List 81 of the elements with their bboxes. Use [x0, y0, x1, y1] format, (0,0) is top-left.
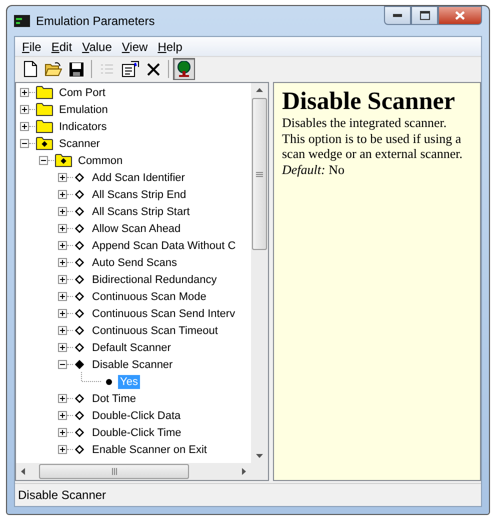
- expander-icon[interactable]: [58, 241, 67, 250]
- scroll-left-arrow-icon[interactable]: [21, 468, 25, 475]
- close-button[interactable]: [438, 6, 482, 25]
- tree-item[interactable]: Continuous Scan Mode: [90, 290, 208, 304]
- list-icon: [100, 62, 114, 76]
- expander-icon[interactable]: [20, 139, 29, 148]
- tree-item[interactable]: Disable Scanner: [90, 358, 175, 372]
- menu-item[interactable]: Help: [152, 40, 188, 54]
- expander-icon[interactable]: [58, 224, 67, 233]
- expander-icon[interactable]: [20, 105, 29, 114]
- folder-icon: [36, 86, 53, 99]
- scroll-down-arrow-icon[interactable]: [256, 454, 263, 458]
- maximize-button[interactable]: [411, 6, 438, 25]
- tree-item[interactable]: Scanner: [57, 136, 102, 150]
- expander-icon[interactable]: [58, 445, 67, 454]
- tree-view-toggle[interactable]: [173, 58, 195, 80]
- tree-item[interactable]: Emulation: [57, 102, 110, 116]
- blank-page-icon: [24, 61, 36, 77]
- scroll-up-arrow-icon[interactable]: [256, 88, 263, 92]
- tree-item[interactable]: Continuous Scan Send Interv: [90, 306, 238, 320]
- tree-item[interactable]: Continuous Scan Timeout: [90, 324, 220, 338]
- expander-icon[interactable]: [58, 190, 67, 199]
- expander-icon[interactable]: [58, 275, 67, 284]
- status-text: Disable Scanner: [18, 488, 106, 502]
- tree-item[interactable]: All Scans Strip End: [90, 188, 188, 202]
- tree-icon: [176, 61, 192, 77]
- tree-item[interactable]: All Scans Strip Start: [90, 204, 192, 218]
- expander-icon[interactable]: [58, 411, 67, 420]
- expander-icon[interactable]: [20, 122, 29, 131]
- menu-item[interactable]: File: [17, 40, 46, 54]
- tree-item[interactable]: Double-Click Time: [90, 426, 184, 440]
- tree-item[interactable]: Common: [76, 154, 125, 168]
- help-description: Disables the integrated scanner. This option is to be used if using a scan wedge or an external scanner.: [282, 115, 464, 162]
- expander-icon[interactable]: [58, 360, 67, 369]
- delete-icon: [146, 62, 160, 76]
- help-heading: Disable Scanner: [282, 89, 456, 116]
- close-icon: [455, 11, 465, 20]
- tree-item[interactable]: Double-Click Data: [90, 408, 183, 422]
- horizontal-scrollbar[interactable]: [16, 463, 251, 480]
- menu-item[interactable]: View: [116, 40, 153, 54]
- vertical-scrollbar[interactable]: [251, 83, 268, 463]
- tree-item[interactable]: Auto Send Scans: [90, 256, 180, 270]
- folder-icon: [36, 137, 53, 150]
- expander-icon[interactable]: [58, 309, 67, 318]
- expander-icon[interactable]: [58, 207, 67, 216]
- minimize-button[interactable]: [384, 6, 411, 25]
- menu-item[interactable]: Value: [77, 40, 117, 54]
- tree-item[interactable]: Default Scanner: [90, 340, 173, 354]
- expander-icon[interactable]: [58, 394, 67, 403]
- folder-icon: [55, 154, 72, 167]
- expander-icon[interactable]: [20, 88, 29, 97]
- expander-icon[interactable]: [58, 428, 67, 437]
- expander-icon[interactable]: [58, 343, 67, 352]
- expander-icon[interactable]: [58, 326, 67, 335]
- tree-item[interactable]: Allow Scan Ahead: [90, 222, 183, 236]
- grip-icon: [112, 468, 116, 475]
- tree-item[interactable]: Dot Time: [90, 392, 138, 406]
- tree-item[interactable]: Add Scan Identifier: [90, 170, 187, 184]
- properties-icon: [122, 61, 138, 77]
- folder-icon: [36, 120, 53, 133]
- tree-item[interactable]: Append Scan Data Without C: [90, 238, 238, 252]
- minimize-icon: [393, 14, 402, 17]
- tree-item[interactable]: Enable Scanner on Exit: [90, 442, 209, 456]
- expander-icon[interactable]: [58, 258, 67, 267]
- folder-icon: [36, 103, 53, 116]
- tree-item[interactable]: Bidirectional Redundancy: [90, 272, 219, 286]
- maximize-icon: [420, 11, 430, 20]
- expander-icon[interactable]: [39, 156, 48, 165]
- terminal-icon: [14, 15, 30, 27]
- properties-button[interactable]: [119, 58, 141, 80]
- window-title: Emulation Parameters: [36, 14, 156, 28]
- tree-item[interactable]: Com Port: [57, 86, 108, 100]
- menu-item[interactable]: Edit: [46, 40, 78, 54]
- expander-icon[interactable]: [58, 173, 67, 182]
- scroll-right-arrow-icon[interactable]: [242, 468, 246, 475]
- folder-icon: [44, 62, 62, 76]
- default-value-text: Default: No: [282, 162, 346, 178]
- tree-item[interactable]: Indicators: [57, 120, 109, 134]
- bullet-icon: [106, 378, 112, 384]
- grip-icon: [256, 172, 263, 176]
- expander-icon[interactable]: [58, 292, 67, 301]
